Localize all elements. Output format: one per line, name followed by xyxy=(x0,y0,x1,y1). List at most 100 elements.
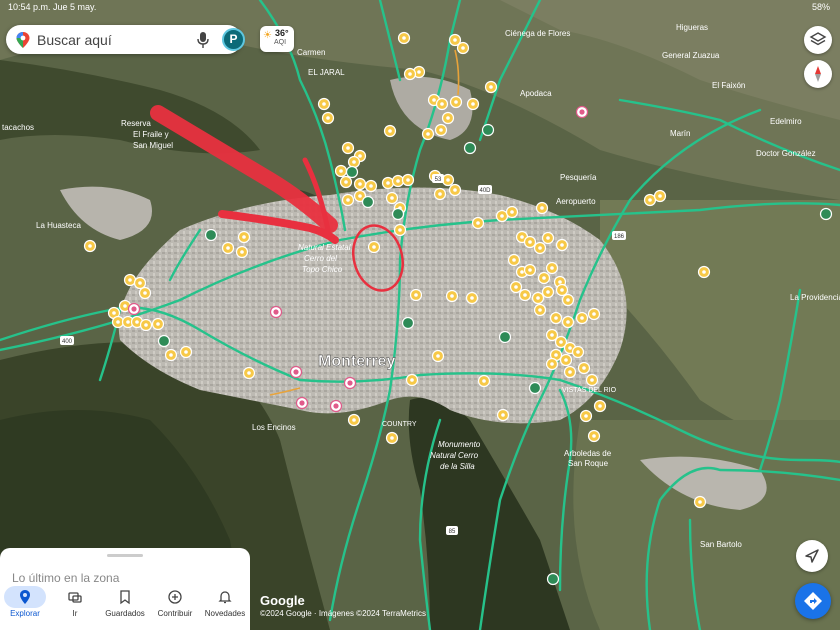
poi-marker[interactable] xyxy=(151,317,165,331)
saved-place-marker[interactable] xyxy=(127,302,141,316)
poi-marker[interactable] xyxy=(577,361,591,375)
poi-marker[interactable] xyxy=(435,97,449,111)
tab-guardados[interactable]: Guardados xyxy=(100,584,150,630)
city-label-monterrey[interactable]: Monterrey xyxy=(318,353,396,370)
layers-button[interactable] xyxy=(804,26,832,54)
poi-marker[interactable] xyxy=(317,97,331,111)
poi-marker[interactable] xyxy=(533,303,547,317)
poi-marker[interactable] xyxy=(409,288,423,302)
poi-marker[interactable] xyxy=(397,31,411,45)
park-marker[interactable] xyxy=(345,165,359,179)
poi-marker[interactable] xyxy=(587,429,601,443)
park-marker[interactable] xyxy=(204,228,218,242)
poi-marker[interactable] xyxy=(321,111,335,125)
poi-marker[interactable] xyxy=(471,216,485,230)
poi-marker[interactable] xyxy=(433,187,447,201)
poi-marker[interactable] xyxy=(242,366,256,380)
tab-novedades[interactable]: Novedades xyxy=(200,584,250,630)
poi-marker[interactable] xyxy=(347,413,361,427)
tab-ir[interactable]: Ir xyxy=(50,584,100,630)
park-marker[interactable] xyxy=(401,316,415,330)
poi-marker[interactable] xyxy=(385,191,399,205)
poi-marker[interactable] xyxy=(555,283,569,297)
saved-place-marker[interactable] xyxy=(295,396,309,410)
poi-marker[interactable] xyxy=(575,311,589,325)
poi-marker[interactable] xyxy=(449,95,463,109)
poi-marker[interactable] xyxy=(133,276,147,290)
poi-marker[interactable] xyxy=(391,174,405,188)
poi-marker[interactable] xyxy=(347,155,361,169)
poi-marker[interactable] xyxy=(466,97,480,111)
poi-marker[interactable] xyxy=(523,263,537,277)
poi-marker[interactable] xyxy=(523,235,537,249)
poi-marker[interactable] xyxy=(441,173,455,187)
park-marker[interactable] xyxy=(498,330,512,344)
poi-marker[interactable] xyxy=(653,189,667,203)
poi-marker[interactable] xyxy=(383,124,397,138)
bottom-sheet[interactable]: Lo último en la zona Explorar Ir Guardad… xyxy=(0,548,250,630)
poi-marker[interactable] xyxy=(405,373,419,387)
directions-button[interactable] xyxy=(795,583,831,619)
poi-marker[interactable] xyxy=(563,365,577,379)
poi-marker[interactable] xyxy=(364,179,378,193)
poi-marker[interactable] xyxy=(549,311,563,325)
tab-contribuir[interactable]: Contribuir xyxy=(150,584,200,630)
poi-marker[interactable] xyxy=(139,318,153,332)
poi-marker[interactable] xyxy=(83,239,97,253)
poi-marker[interactable] xyxy=(507,253,521,267)
poi-marker[interactable] xyxy=(441,111,455,125)
poi-marker[interactable] xyxy=(431,349,445,363)
saved-place-marker[interactable] xyxy=(575,105,589,119)
poi-marker[interactable] xyxy=(531,291,545,305)
recent-in-area-title[interactable]: Lo último en la zona xyxy=(12,571,119,585)
park-marker[interactable] xyxy=(463,141,477,155)
saved-place-marker[interactable] xyxy=(289,365,303,379)
poi-marker[interactable] xyxy=(235,245,249,259)
poi-marker[interactable] xyxy=(571,345,585,359)
park-marker[interactable] xyxy=(391,207,405,221)
park-marker[interactable] xyxy=(157,334,171,348)
poi-marker[interactable] xyxy=(697,265,711,279)
poi-marker[interactable] xyxy=(518,288,532,302)
weather-chip[interactable]: ☀ 36° AQI xyxy=(260,26,294,52)
my-location-button[interactable] xyxy=(796,540,828,572)
poi-marker[interactable] xyxy=(579,409,593,423)
poi-marker[interactable] xyxy=(221,241,235,255)
poi-marker[interactable] xyxy=(555,238,569,252)
poi-marker[interactable] xyxy=(496,408,510,422)
poi-marker[interactable] xyxy=(339,175,353,189)
poi-marker[interactable] xyxy=(535,201,549,215)
park-marker[interactable] xyxy=(546,572,560,586)
compass-button[interactable] xyxy=(804,60,832,88)
poi-marker[interactable] xyxy=(537,271,551,285)
poi-marker[interactable] xyxy=(477,374,491,388)
poi-marker[interactable] xyxy=(401,173,415,187)
poi-marker[interactable] xyxy=(541,285,555,299)
poi-marker[interactable] xyxy=(445,289,459,303)
poi-marker[interactable] xyxy=(559,353,573,367)
poi-marker[interactable] xyxy=(541,231,555,245)
poi-marker[interactable] xyxy=(561,315,575,329)
map-attribution[interactable]: ©2024 Google · Imágenes ©2024 TerraMetri… xyxy=(260,609,426,618)
poi-marker[interactable] xyxy=(334,164,348,178)
poi-marker[interactable] xyxy=(123,273,137,287)
satellite-map[interactable]: 400 85 186 40D 53 Reserva El Fraile y Sa… xyxy=(0,0,840,630)
saved-place-marker[interactable] xyxy=(329,399,343,413)
saved-place-marker[interactable] xyxy=(269,305,283,319)
poi-marker[interactable] xyxy=(561,293,575,307)
poi-marker[interactable] xyxy=(693,495,707,509)
poi-marker[interactable] xyxy=(495,209,509,223)
poi-marker[interactable] xyxy=(593,399,607,413)
park-marker[interactable] xyxy=(361,195,375,209)
park-marker[interactable] xyxy=(819,207,833,221)
microphone-icon[interactable] xyxy=(196,31,210,49)
poi-marker[interactable] xyxy=(484,80,498,94)
poi-marker[interactable] xyxy=(545,357,559,371)
poi-marker[interactable] xyxy=(367,240,381,254)
poi-marker[interactable] xyxy=(341,193,355,207)
poi-marker[interactable] xyxy=(179,345,193,359)
poi-marker[interactable] xyxy=(403,67,417,81)
poi-marker[interactable] xyxy=(393,223,407,237)
search-bar[interactable]: Buscar aquí P xyxy=(6,25,245,54)
poi-marker[interactable] xyxy=(533,241,547,255)
